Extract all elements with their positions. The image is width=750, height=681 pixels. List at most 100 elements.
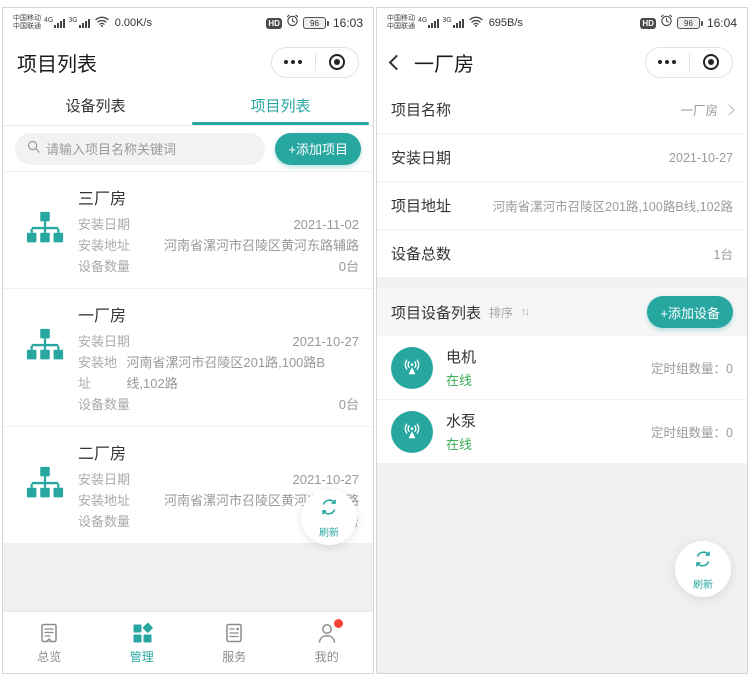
install-addr-label: 安装地址 bbox=[78, 235, 130, 256]
nav-label: 服务 bbox=[222, 648, 246, 665]
refresh-button[interactable]: 刷新 bbox=[675, 541, 731, 597]
status-bar: 中国移动 中国联通 4G 3G 695B/s HD 96 bbox=[377, 8, 747, 38]
project-item[interactable]: 一厂房 安装日期2021-10-27 安装地址河南省漯河市召陵区201路,100… bbox=[3, 289, 373, 427]
refresh-icon bbox=[318, 496, 340, 523]
refresh-button[interactable]: 刷新 bbox=[301, 489, 357, 545]
nav-label: 总览 bbox=[37, 648, 61, 665]
device-count-value: 0台 bbox=[339, 256, 359, 277]
target-icon bbox=[329, 54, 345, 70]
sort-arrows-icon[interactable]: ↑↓ bbox=[521, 306, 528, 318]
miniprogram-capsule bbox=[645, 47, 733, 78]
device-row[interactable]: 水泵 在线 定时组数量：0 bbox=[377, 400, 747, 464]
screenshot-pair: 中国移动 中国联通 4G 3G 0.00K/s HD 96 bbox=[0, 0, 750, 681]
broadcast-icon bbox=[391, 347, 433, 389]
refresh-label: 刷新 bbox=[693, 576, 713, 591]
tab-bar: 设备列表 项目列表 bbox=[3, 86, 373, 126]
notification-dot bbox=[334, 619, 343, 628]
section-gap bbox=[377, 278, 747, 288]
page-title: 一厂房 bbox=[414, 48, 474, 77]
device-name: 水泵 bbox=[446, 410, 476, 431]
carrier-2: 中国联通 bbox=[387, 23, 415, 31]
carrier-1: 中国移动 bbox=[13, 15, 41, 23]
nav-label: 我的 bbox=[315, 648, 339, 665]
more-button[interactable] bbox=[646, 48, 689, 77]
field-project-name[interactable]: 项目名称 一厂房 bbox=[377, 86, 747, 134]
alarm-icon bbox=[660, 14, 673, 32]
more-button[interactable] bbox=[272, 48, 315, 77]
sort-label[interactable]: 排序 bbox=[489, 304, 513, 321]
status-bar: 中国移动 中国联通 4G 3G 0.00K/s HD 96 bbox=[3, 8, 373, 38]
signal-3g: 3G bbox=[68, 19, 89, 28]
sitemap-icon bbox=[25, 464, 65, 509]
overview-icon bbox=[37, 621, 61, 645]
empty-area bbox=[3, 544, 373, 611]
signal-bars-icon bbox=[79, 19, 90, 28]
search-placeholder: 请输入项目名称关键词 bbox=[46, 139, 176, 158]
hd-icon: HD bbox=[266, 18, 282, 29]
target-icon bbox=[703, 54, 719, 70]
more-icon bbox=[658, 60, 676, 64]
field-device-total: 设备总数 1台 bbox=[377, 230, 747, 278]
battery-percent: 96 bbox=[677, 17, 700, 29]
signal-4g: 4G bbox=[418, 19, 439, 28]
tab-project-list[interactable]: 项目列表 bbox=[188, 86, 373, 125]
install-addr-label: 安装地址 bbox=[78, 352, 126, 394]
nav-label: 管理 bbox=[130, 648, 154, 665]
field-value: 一厂房 bbox=[680, 100, 718, 119]
tab-device-list[interactable]: 设备列表 bbox=[3, 86, 188, 125]
device-count-value: 0台 bbox=[339, 394, 359, 415]
install-date-value: 2021-10-27 bbox=[293, 469, 360, 490]
refresh-label: 刷新 bbox=[319, 524, 339, 539]
broadcast-icon bbox=[391, 411, 433, 453]
device-count-label: 设备数量 bbox=[78, 394, 130, 415]
carrier-1: 中国移动 bbox=[387, 15, 415, 23]
project-item[interactable]: 三厂房 安装日期2021-11-02 安装地址河南省漯河市召陵区黄河东路辅路 设… bbox=[3, 172, 373, 289]
field-project-address: 项目地址 河南省漯河市召陵区201路,100路B线,102路 bbox=[377, 182, 747, 230]
install-date-label: 安装日期 bbox=[78, 331, 130, 352]
device-count-label: 设备数量 bbox=[78, 256, 130, 277]
nav-service[interactable]: 服务 bbox=[188, 612, 281, 673]
battery-percent: 96 bbox=[303, 17, 326, 29]
close-button[interactable] bbox=[690, 48, 733, 77]
project-name: 三厂房 bbox=[78, 185, 359, 209]
field-install-date: 安装日期 2021-10-27 bbox=[377, 134, 747, 182]
title-bar: 一厂房 bbox=[377, 38, 747, 86]
add-device-button[interactable]: +添加设备 bbox=[647, 296, 733, 328]
field-value: 河南省漯河市召陵区201路,100路B线,102路 bbox=[493, 196, 733, 215]
more-icon bbox=[284, 60, 302, 64]
device-count-label: 设备数量 bbox=[78, 511, 130, 532]
timer-group-count: 定时组数量：0 bbox=[651, 422, 733, 441]
search-input[interactable]: 请输入项目名称关键词 bbox=[15, 133, 265, 165]
field-value: 2021-10-27 bbox=[669, 151, 733, 165]
device-status: 在线 bbox=[446, 434, 476, 453]
install-date-value: 2021-11-02 bbox=[293, 214, 359, 235]
chevron-right-icon bbox=[723, 104, 734, 115]
nav-manage[interactable]: 管理 bbox=[96, 612, 189, 673]
device-row[interactable]: 电机 在线 定时组数量：0 bbox=[377, 336, 747, 400]
device-list-header: 项目设备列表 排序 ↑↓ +添加设备 bbox=[377, 288, 747, 336]
status-time: 16:03 bbox=[333, 16, 363, 30]
install-addr-value: 河南省漯河市召陵区黄河东路辅路 bbox=[164, 235, 359, 256]
install-date-label: 安装日期 bbox=[78, 469, 130, 490]
signal-4g: 4G bbox=[44, 19, 65, 28]
close-button[interactable] bbox=[316, 48, 359, 77]
field-value: 1台 bbox=[714, 244, 733, 263]
alarm-icon bbox=[286, 14, 299, 32]
project-name: 二厂房 bbox=[78, 440, 359, 464]
signal-bars-icon bbox=[453, 19, 464, 28]
nav-me[interactable]: 我的 bbox=[281, 612, 374, 673]
carrier-labels: 中国移动 中国联通 bbox=[13, 15, 41, 31]
signal-3g: 3G bbox=[442, 19, 463, 28]
screen-project-detail: 中国移动 中国联通 4G 3G 695B/s HD 96 bbox=[376, 7, 748, 674]
add-project-button[interactable]: +添加项目 bbox=[275, 133, 361, 165]
back-icon[interactable] bbox=[389, 54, 405, 70]
device-list-title: 项目设备列表 bbox=[391, 302, 481, 323]
battery-icon: 96 bbox=[677, 17, 703, 29]
project-name: 一厂房 bbox=[78, 302, 359, 326]
nav-overview[interactable]: 总览 bbox=[3, 612, 96, 673]
signal-bars-icon bbox=[428, 19, 439, 28]
title-bar: 项目列表 bbox=[3, 38, 373, 86]
search-icon bbox=[27, 140, 40, 158]
sitemap-icon bbox=[25, 326, 65, 371]
signal-bars-icon bbox=[54, 19, 65, 28]
